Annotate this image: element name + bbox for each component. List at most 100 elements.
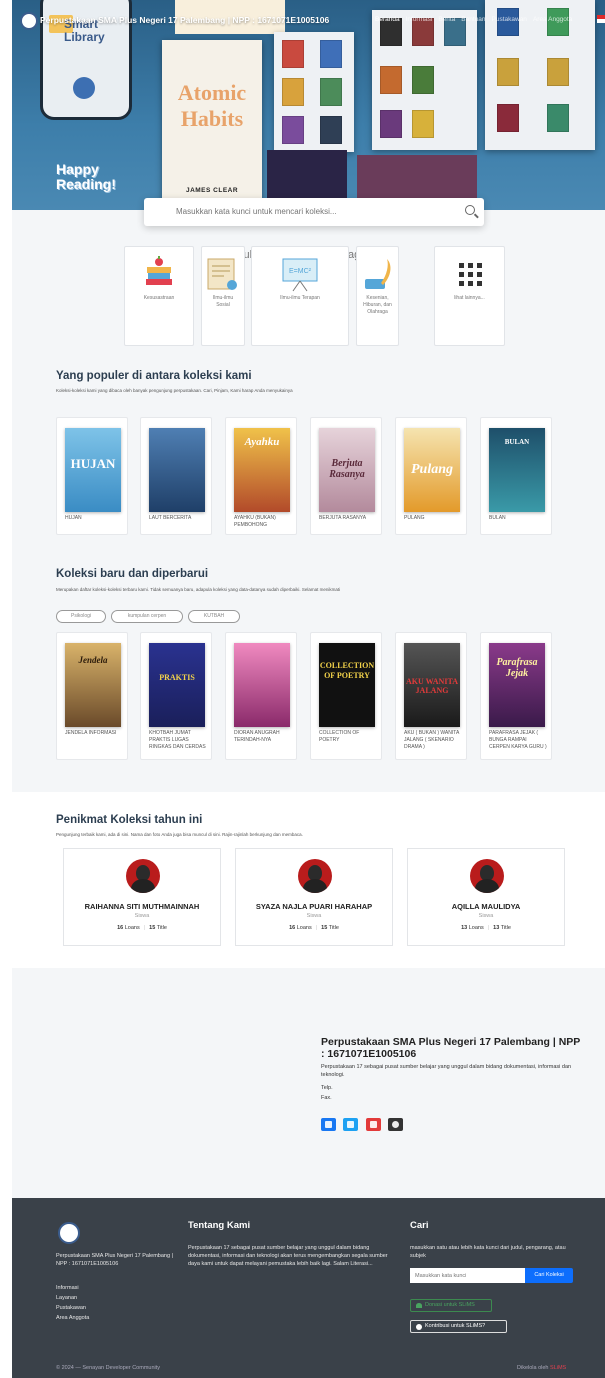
atomic-habits-title: Atomic Habits xyxy=(177,80,247,131)
new-book-card[interactable]: COLLECTION OF POETRY COLLECTION OF POETR… xyxy=(310,632,382,760)
about-description: Perpustakaan 17 sebagai pusat sumber bel… xyxy=(321,1064,572,1078)
slims-link[interactable]: SLiMS xyxy=(550,1365,566,1371)
nav-beranda[interactable]: Beranda xyxy=(375,16,400,23)
site-title[interactable]: Perpustakaan SMA Plus Negeri 17 Palemban… xyxy=(40,15,329,25)
reader-stats: 13 Loans | 13 Title xyxy=(461,925,511,931)
hero-search-box xyxy=(144,198,484,226)
donate-button[interactable]: Donasi untuk SLiMS xyxy=(410,1299,492,1312)
nav-pustakawan[interactable]: Pustakawan xyxy=(492,16,527,23)
nav-bantuan[interactable]: Bantuan xyxy=(461,16,485,23)
nav-informasi[interactable]: Informasi xyxy=(406,16,433,23)
github-icon xyxy=(416,1324,422,1330)
footer-org: Perpustakaan SMA Plus Negeri 17 Palemban… xyxy=(56,1253,173,1267)
footer-search-text: masukkan satu atau lebih kata kunci dari… xyxy=(410,1245,566,1259)
about-telp: Telp. xyxy=(321,1085,333,1091)
readers-subtitle: Pengunjung terbaik kami, ada di sini. Na… xyxy=(56,832,303,837)
footer-link-area-anggota[interactable]: Area Anggota xyxy=(56,1314,89,1322)
ink-quill-icon xyxy=(364,259,390,289)
certificate-icon xyxy=(207,258,237,290)
subject-card-ilmu-sosial[interactable]: Ilmu-ilmu Sosial xyxy=(201,246,245,346)
book-cover: AKU WANITA JALANG xyxy=(404,643,460,727)
catalog-page-2 xyxy=(372,10,477,150)
main-nav: Beranda Informasi Berita Bantuan Pustaka… xyxy=(375,16,572,23)
reader-card[interactable]: RAIHANNA SITI MUTHMAINNAH Siswa 16 Loans… xyxy=(63,848,221,946)
subject-label: Ilmu-ilmu Sosial xyxy=(212,295,234,308)
search-icon[interactable] xyxy=(465,205,475,215)
reader-name: SYAZA NAJLA PUARI HARAHAP xyxy=(255,902,373,911)
footer-link-layanan[interactable]: Layanan xyxy=(56,1294,77,1302)
new-book-card[interactable]: DIORAN ANUGRAH TERINDAH-NYA xyxy=(225,632,297,760)
subject-card-kesusastraan[interactable]: Kesusastraan xyxy=(124,246,194,346)
about-section-bg xyxy=(12,968,605,1198)
language-flag-icon[interactable] xyxy=(597,15,605,23)
footer-link-informasi[interactable]: Informasi xyxy=(56,1284,79,1292)
phone-logo xyxy=(73,77,95,99)
popular-book-card[interactable]: Pulang PULANG xyxy=(395,417,467,535)
book-cover: Parafrasa Jejak xyxy=(489,643,545,727)
reader-card[interactable]: AQILLA MAULIDYA Siswa 13 Loans | 13 Title xyxy=(407,848,565,946)
twitter-icon[interactable] xyxy=(343,1118,358,1131)
avatar xyxy=(298,859,332,893)
book-cover: HUJAN xyxy=(65,428,121,512)
book-cover: Pulang xyxy=(404,428,460,512)
footer-powered: Dikelola oleh SLiMS xyxy=(517,1365,567,1371)
about-fax: Fax. xyxy=(321,1095,332,1101)
new-book-card[interactable]: Parafrasa Jejak PARAFRASA JEJAK ( BUNGA … xyxy=(480,632,552,760)
avatar xyxy=(126,859,160,893)
reader-stats: 16 Loans | 15 Title xyxy=(117,925,167,931)
nav-berita[interactable]: Berita xyxy=(438,16,455,23)
facebook-icon[interactable] xyxy=(321,1118,336,1131)
new-book-card[interactable]: PRAKTIS KHOTBAH JUMAT PRAKTIS LUGAS RING… xyxy=(140,632,212,760)
svg-text:E=MC²: E=MC² xyxy=(289,268,312,275)
book-cover: PRAKTIS xyxy=(149,643,205,727)
atomic-habits-author: JAMES CLEAR xyxy=(185,187,239,194)
popular-book-card[interactable]: BULAN BULAN xyxy=(480,417,552,535)
reader-card[interactable]: SYAZA NAJLA PUARI HARAHAP Siswa 16 Loans… xyxy=(235,848,393,946)
popular-subtitle: Koleksi-koleksi kami yang dibaca oleh ba… xyxy=(56,388,293,393)
footer-search-title: Cari xyxy=(410,1220,429,1231)
hero-banner: Smart Library Happy Reading! Atomic Habi… xyxy=(12,0,605,210)
tag-pill-kutbah[interactable]: KUTBAH xyxy=(188,610,240,623)
subject-card-kesenian[interactable]: Kesenian, Hiburan, dan Olahraga xyxy=(356,246,399,346)
subject-label: Kesusastraan xyxy=(143,295,175,301)
subject-label: lihat lainnya... xyxy=(454,295,485,301)
contribute-button[interactable]: Kontribusi untuk SLiMS? xyxy=(410,1320,507,1333)
book-cover: Ayahku xyxy=(234,428,290,512)
books-apple-icon xyxy=(146,256,172,285)
footer-search-button[interactable]: Cari Koleksi xyxy=(525,1268,573,1283)
new-book-card[interactable]: Jendela JENDELA INFORMASI xyxy=(56,632,128,760)
grid-icon xyxy=(458,263,482,286)
popular-book-card[interactable]: HUJAN HUJAN xyxy=(56,417,128,535)
instagram-icon[interactable] xyxy=(388,1118,403,1131)
book-cover: Berjuta Rasanya xyxy=(319,428,375,512)
reader-role: Siswa xyxy=(306,913,322,919)
popular-book-card[interactable]: Ayahku AYAHKU (BUKAN) PEMBOHONG xyxy=(225,417,297,535)
footer-link-pustakawan[interactable]: Pustakawan xyxy=(56,1304,86,1312)
newest-title: Koleksi baru dan diperbarui xyxy=(56,568,209,580)
heart-icon xyxy=(416,1303,422,1308)
footer: Perpustakaan SMA Plus Negeri 17 Palemban… xyxy=(12,1198,605,1378)
new-book-card[interactable]: AKU WANITA JALANG AKU ( BUKAN ) WANITA J… xyxy=(395,632,467,760)
blackboard-icon: E=MC² xyxy=(282,258,318,292)
subject-card-more[interactable]: lihat lainnya... xyxy=(434,246,505,346)
hero-search-input[interactable] xyxy=(176,198,476,224)
footer-search-input[interactable] xyxy=(410,1268,525,1283)
tag-pill-kumpulan-cerpen[interactable]: kumpulan cerpen xyxy=(111,610,183,623)
avatar xyxy=(470,859,504,893)
site-logo[interactable] xyxy=(20,12,38,30)
footer-about-text: Perpustakaan 17 sebagai pusat sumber bel… xyxy=(188,1245,388,1267)
book-cover: COLLECTION OF POETRY xyxy=(319,643,375,727)
subject-label: Ilmu-ilmu Terapan xyxy=(280,295,320,301)
atomic-habits-book: Atomic Habits JAMES CLEAR xyxy=(162,40,262,200)
nav-area-anggota[interactable]: Area Anggota xyxy=(533,16,572,23)
youtube-icon[interactable] xyxy=(366,1118,381,1131)
reader-role: Siswa xyxy=(478,913,494,919)
subject-card-ilmu-terapan[interactable]: E=MC² Ilmu-ilmu Terapan xyxy=(251,246,349,346)
popular-book-card[interactable]: LAUT BERCERITA xyxy=(140,417,212,535)
newest-subtitle: Merupakan daftar koleksi-koleksi terbaru… xyxy=(56,587,341,592)
popular-book-card[interactable]: Berjuta Rasanya BERJUTA RASANYA xyxy=(310,417,382,535)
reader-name: RAIHANNA SITI MUTHMAINNAH xyxy=(84,902,200,911)
tag-pill-psikologi[interactable]: Psikologi xyxy=(56,610,106,623)
book-cover xyxy=(149,428,205,512)
happy-reading-text: Happy Reading! xyxy=(56,161,116,192)
